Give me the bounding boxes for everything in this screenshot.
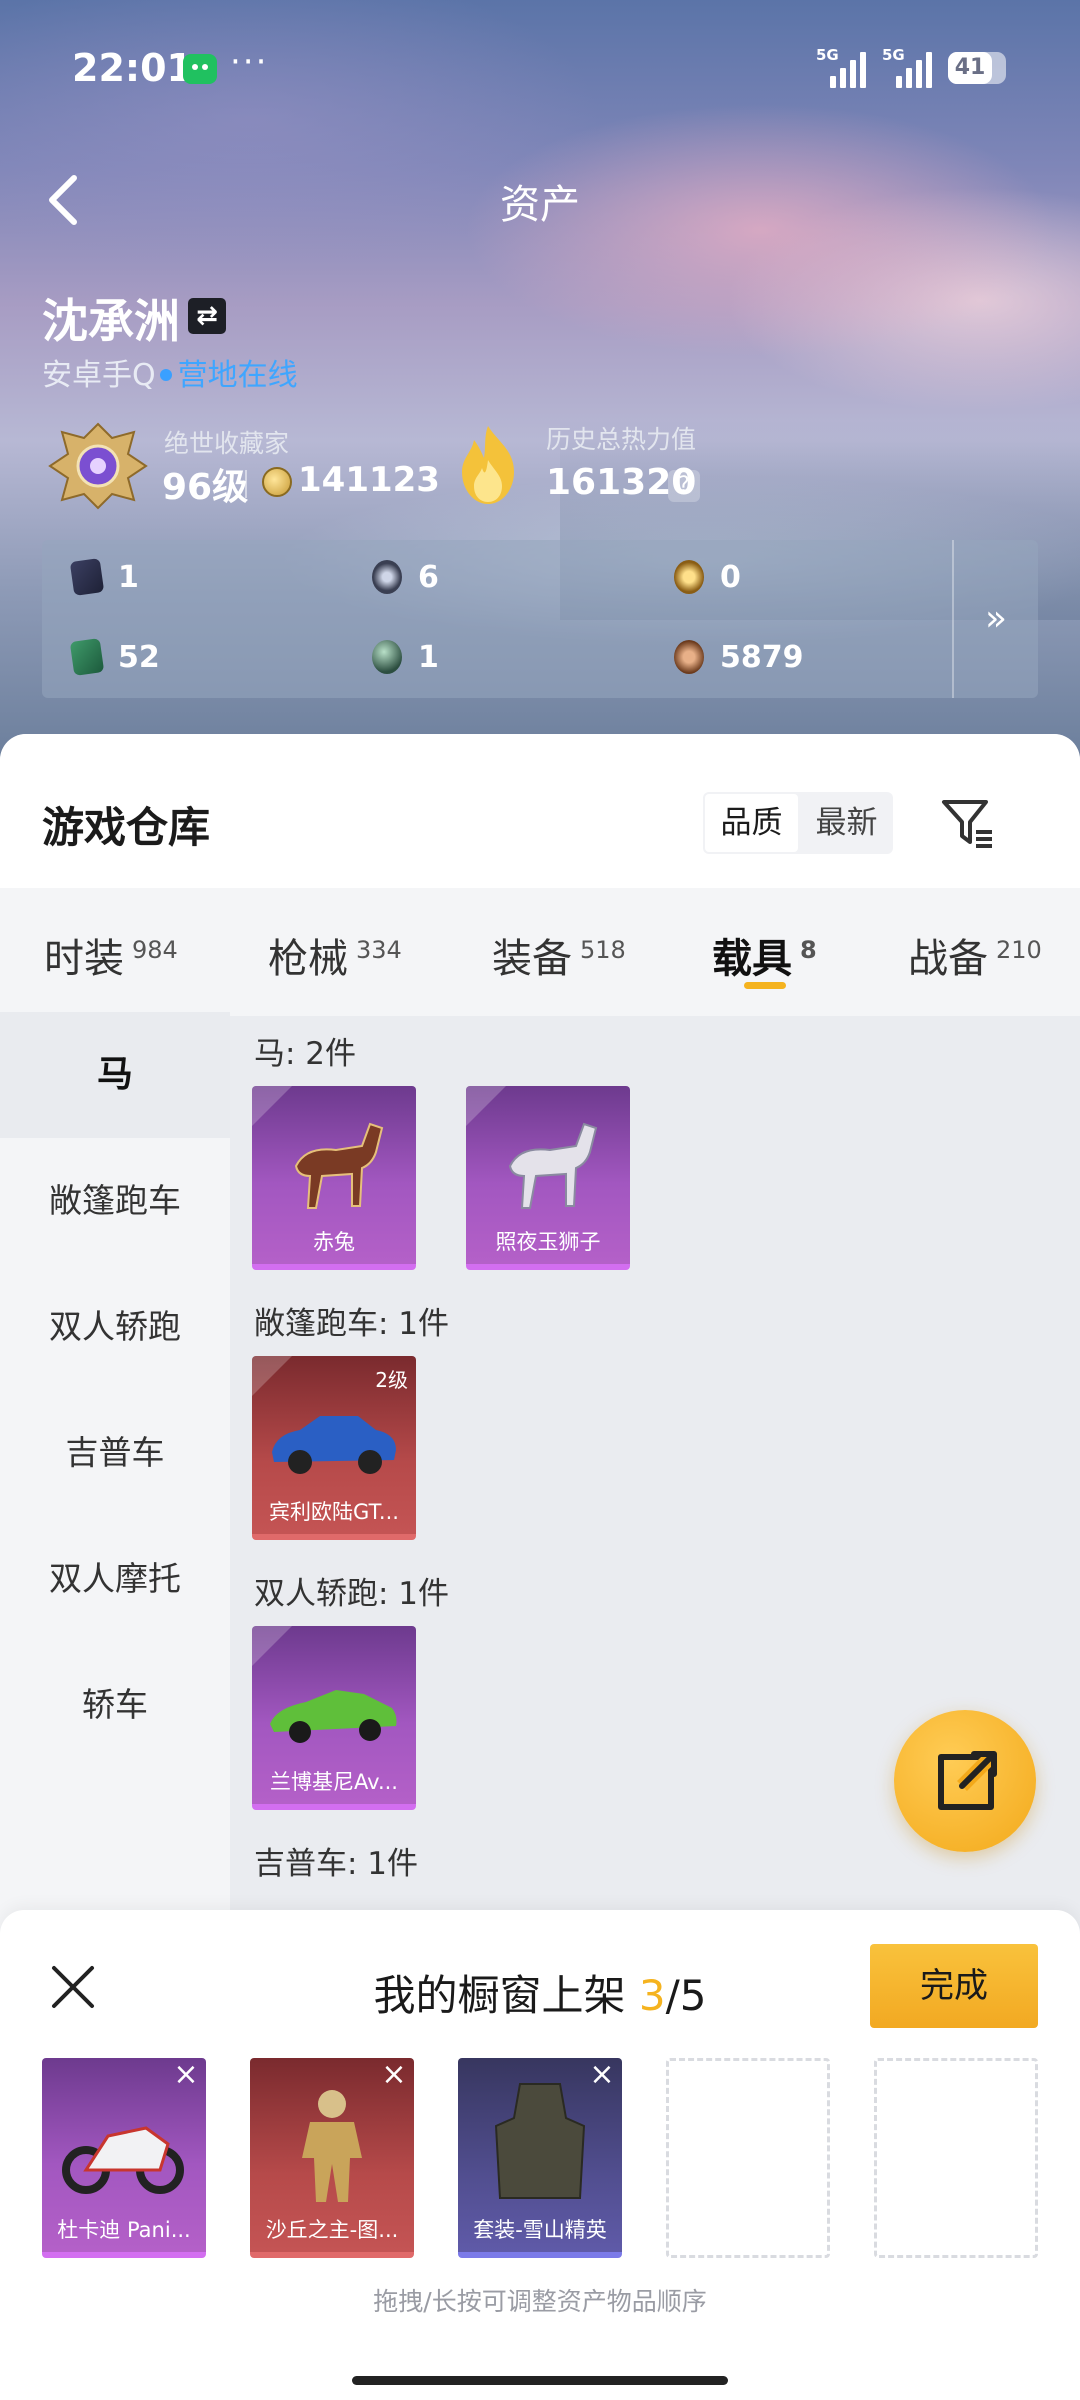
battery-icon: 41 xyxy=(948,52,1006,84)
switch-account-icon[interactable]: ⇄ xyxy=(188,298,226,334)
sort-toggle: 品质 最新 xyxy=(703,792,893,854)
category-sedan[interactable]: 轿车 xyxy=(0,1642,230,1768)
section-title-jeep: 吉普车: 1件 xyxy=(254,1846,419,1882)
tab-vehicles[interactable]: 载具 8 xyxy=(712,926,817,984)
status-bar: 22:01 ··· 5G 5G 41 xyxy=(0,0,1080,140)
car-image xyxy=(270,1690,397,1743)
item-name: 赤兔 xyxy=(313,1230,355,1254)
stats-panel[interactable]: 1 6 0 52 1 5879 » xyxy=(42,540,1038,698)
warehouse-title: 游戏仓库 xyxy=(42,803,211,852)
online-dot-icon xyxy=(159,368,172,381)
tab-equipment[interactable]: 装备 518 xyxy=(492,926,626,984)
share-button[interactable] xyxy=(894,1710,1036,1852)
tab-fashion[interactable]: 时装 984 xyxy=(44,926,178,984)
bronze-coin-icon xyxy=(674,640,704,674)
rank-divider xyxy=(245,470,247,498)
more-dots-icon: ··· xyxy=(230,42,269,82)
showcase-slot-dune[interactable]: × 沙丘之主-图... xyxy=(250,2058,414,2258)
signal-5g-icon-2: 5G xyxy=(882,46,932,88)
item-card-lamborghini[interactable]: 兰博基尼Av... xyxy=(252,1626,416,1810)
gold-coin-icon xyxy=(674,560,704,594)
filter-icon[interactable] xyxy=(940,796,996,852)
page-title: 资产 xyxy=(500,182,580,228)
item-name: 沙丘之主-图... xyxy=(265,2218,399,2242)
stat-bronze-coin: 5879 xyxy=(674,632,804,682)
section-title-horse: 马: 2件 xyxy=(254,1036,357,1072)
category-jeep[interactable]: 吉普车 xyxy=(0,1390,230,1516)
stat-green-card: 52 xyxy=(69,632,160,682)
motorcycle-image xyxy=(62,2126,184,2194)
category-motorcycle[interactable]: 双人摩托 xyxy=(0,1516,230,1642)
rank-level: 96级 xyxy=(162,467,249,508)
wechat-icon xyxy=(183,54,217,84)
help-icon[interactable]: ? xyxy=(668,470,700,502)
flame-icon xyxy=(462,426,514,504)
showcase-slot-snow-elite[interactable]: × 套装-雪山精英 xyxy=(458,2058,622,2258)
section-title-convertible: 敞篷跑车: 1件 xyxy=(254,1306,450,1342)
active-tab-indicator xyxy=(744,982,786,989)
item-card-zhaoye[interactable]: 照夜玉狮子 xyxy=(466,1086,630,1270)
character-image xyxy=(302,2090,362,2202)
item-card-chitu[interactable]: 赤兔 xyxy=(252,1086,416,1270)
showcase-slot-empty[interactable] xyxy=(874,2058,1038,2258)
horse-image xyxy=(508,1122,598,1209)
signal-5g-icon: 5G xyxy=(816,46,866,88)
item-card-bentley[interactable]: 2级 宾利欧陆GT... xyxy=(252,1356,416,1540)
card-icon xyxy=(69,558,105,596)
online-status[interactable]: 营地在线 xyxy=(178,358,298,393)
stat-orb: 1 xyxy=(372,632,439,682)
done-button[interactable]: 完成 xyxy=(870,1944,1038,2028)
orb-icon xyxy=(372,640,402,674)
status-time: 22:01 xyxy=(72,46,193,90)
showcase-total-count: /5 xyxy=(665,1971,707,2020)
stat-token: 6 xyxy=(372,552,439,602)
sort-quality-button[interactable]: 品质 xyxy=(705,794,798,852)
section-title-coupe: 双人轿跑: 1件 xyxy=(254,1576,450,1612)
username: 沈承洲 xyxy=(42,294,180,348)
coin-count: 141123 xyxy=(298,460,440,500)
sort-newest-button[interactable]: 最新 xyxy=(800,792,893,854)
category-tabs: 时装 984 枪械 334 装备 518 载具 8 战备 210 xyxy=(0,888,1080,1016)
green-card-icon xyxy=(69,638,105,676)
coin-icon xyxy=(262,467,292,497)
stats-more-button[interactable]: » xyxy=(952,540,1038,698)
showcase-hint: 拖拽/长按可调整资产物品顺序 xyxy=(373,2287,707,2316)
item-name: 兰博基尼Av... xyxy=(270,1770,398,1794)
showcase-filled-count: 3 xyxy=(638,1971,666,2020)
home-indicator[interactable] xyxy=(352,2376,728,2385)
stat-gold-coin: 0 xyxy=(674,552,741,602)
platform-line: 安卓手Q 营地在线 xyxy=(42,350,298,394)
token-icon xyxy=(372,560,402,594)
category-horse[interactable]: 马 xyxy=(0,1012,230,1138)
stat-card: 1 xyxy=(69,552,139,602)
outfit-image xyxy=(494,2083,586,2199)
showcase-sheet: 我的橱窗上架 3/5 完成 × 杜卡迪 Pani... × 沙丘之主-图... … xyxy=(0,1910,1080,2400)
item-name: 套装-雪山精英 xyxy=(473,2218,607,2242)
heat-title: 历史总热力值 xyxy=(546,425,697,454)
rank-title: 绝世收藏家 xyxy=(164,429,290,458)
platform-label: 安卓手Q xyxy=(42,358,156,393)
warehouse-header: 游戏仓库 品质 最新 xyxy=(0,734,1080,888)
tab-supplies[interactable]: 战备 210 xyxy=(908,926,1042,984)
item-name: 照夜玉狮子 xyxy=(495,1230,601,1254)
item-name: 宾利欧陆GT... xyxy=(269,1500,399,1524)
rank-emblem-icon xyxy=(48,422,148,510)
showcase-slot-empty[interactable] xyxy=(666,2058,830,2258)
item-name: 杜卡迪 Pani... xyxy=(57,2218,191,2242)
showcase-slot-ducati[interactable]: × 杜卡迪 Pani... xyxy=(42,2058,206,2258)
tab-firearms[interactable]: 枪械 334 xyxy=(268,926,402,984)
horse-image xyxy=(294,1122,384,1209)
category-coupe[interactable]: 双人轿跑 xyxy=(0,1264,230,1390)
car-image xyxy=(272,1416,396,1474)
category-convertible[interactable]: 敞篷跑车 xyxy=(0,1138,230,1264)
